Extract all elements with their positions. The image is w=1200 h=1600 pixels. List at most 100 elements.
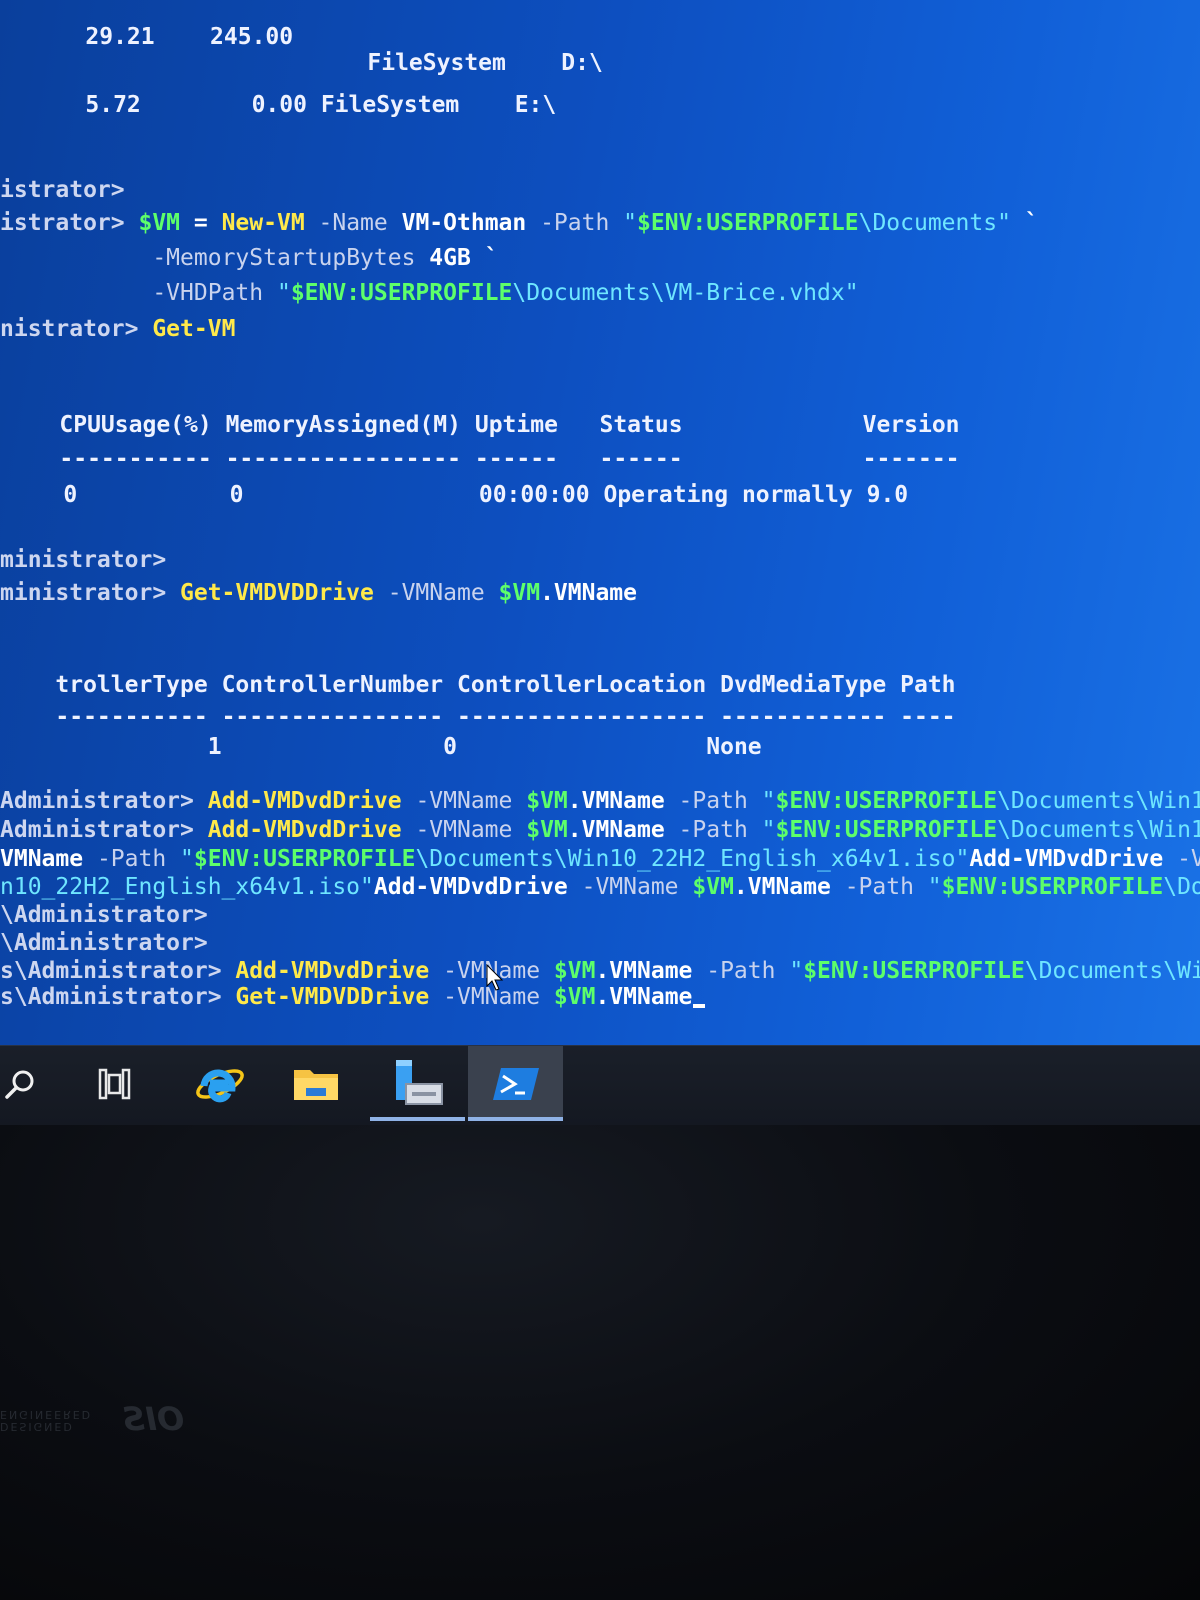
command-token: " xyxy=(927,874,942,900)
console-line: Administrator> Add-VMDvdDrive -VMName $V… xyxy=(0,786,1200,816)
brand-name: OIS xyxy=(122,1400,185,1438)
command-token: .VMName xyxy=(567,788,665,814)
prompt: nistrator> xyxy=(0,316,153,342)
file-explorer-icon xyxy=(293,1069,338,1100)
command-token: $ENV:USERPROFILE xyxy=(803,958,1025,984)
command-token: $VM xyxy=(498,580,541,606)
taskbar-server-manager-button[interactable] xyxy=(370,1046,465,1121)
console-line: istrator> $VM = New-VM -Name VM-Othman -… xyxy=(0,208,1039,238)
command-token: = xyxy=(180,210,222,236)
console-line: ministrator> xyxy=(0,545,166,575)
command-token: " xyxy=(623,210,638,236)
prompt: ministrator> xyxy=(0,580,181,606)
internet-explorer-icon xyxy=(195,1068,244,1102)
cpu-value: 0 xyxy=(63,482,78,508)
brand-tagline: DESIGNED ENGINEERED xyxy=(0,1408,93,1433)
console-line: ministrator> Get-VMDVDDrive -VMName $VM.… xyxy=(0,578,637,608)
console-line: istrator> xyxy=(0,175,125,205)
command-token: Add-VMDvdDrive xyxy=(207,817,402,843)
powershell-icon xyxy=(492,1067,539,1100)
command-token: $ENV:USERPROFILE xyxy=(941,874,1164,900)
command-token: 4GB xyxy=(429,245,471,271)
console-line: \Administrator> xyxy=(0,928,208,958)
command-token: ` xyxy=(1010,210,1039,236)
command-token: -Name xyxy=(304,210,402,236)
prompt: s\Administrator> xyxy=(0,958,236,984)
command-token: $ENV:USERPROFILE xyxy=(193,846,416,872)
drive-free: 245.00 xyxy=(210,24,294,50)
prompt: \Administrator> xyxy=(0,902,208,928)
command-token: $VM xyxy=(553,958,596,984)
running-indicator xyxy=(370,1117,465,1121)
command-token: $VM xyxy=(138,210,181,236)
command-token: -Path xyxy=(526,210,624,236)
command-token: -MemoryStartupBytes xyxy=(152,245,430,271)
command-token: -Path xyxy=(830,874,928,900)
command-token: .VMName xyxy=(595,958,693,984)
mouse-pointer-icon xyxy=(486,964,504,991)
drive-used: 29.21 xyxy=(85,24,155,50)
console-line: s\Administrator> Get-VMDVDDrive -VMName … xyxy=(0,982,706,1012)
command-token: Add-VMDvdDrive xyxy=(969,846,1164,872)
taskbar-search-button[interactable] xyxy=(0,1046,67,1121)
server-manager-icon xyxy=(395,1059,443,1105)
prompt: ministrator> xyxy=(0,547,167,573)
command-token: .VMName xyxy=(595,984,693,1010)
drive-row: 5.72 0.00 FileSystem E:\ xyxy=(30,60,556,150)
command-token: \Documents" xyxy=(858,210,1011,236)
monitor-bezel xyxy=(0,1125,1200,1600)
prompt: istrator> xyxy=(0,210,139,236)
command-token: -Path xyxy=(83,846,181,872)
vm-table-row: 0 0 00:00:00 Operating normally 9.0 xyxy=(8,450,908,540)
command-token: Add-VMDvdDrive xyxy=(235,958,430,984)
text-cursor xyxy=(693,1004,706,1008)
command-token: " xyxy=(761,817,776,843)
prompt: Administrator> xyxy=(0,817,208,843)
taskbar-file-explorer-button[interactable] xyxy=(268,1046,363,1121)
command-token: \Documents\VM-Brice.vhdx" xyxy=(512,280,859,306)
status-value: Operating normally xyxy=(603,482,853,508)
task-view-icon xyxy=(98,1068,130,1099)
command-token: -VMName xyxy=(401,817,527,843)
drive-used: 5.72 xyxy=(85,92,141,118)
command-token: -VMName xyxy=(401,788,527,814)
prompt: Administrator> xyxy=(0,788,208,814)
console-line: Administrator> Add-VMDvdDrive -VMName $V… xyxy=(0,815,1200,845)
command-token: \Docum xyxy=(1163,874,1200,900)
command-token: -VHDPath xyxy=(152,280,277,306)
command-token: " xyxy=(180,846,194,872)
command-token: \Documents\Win10_ xyxy=(997,788,1200,814)
command-token: .VMName xyxy=(733,874,831,900)
command-token: " xyxy=(761,788,776,814)
running-indicator xyxy=(468,1117,563,1121)
taskbar-internet-explorer-button[interactable] xyxy=(170,1046,265,1121)
version-value: 9.0 xyxy=(866,482,909,508)
drive-free: 0.00 xyxy=(251,92,307,118)
controller-location-value: 0 xyxy=(443,734,457,760)
taskbar xyxy=(0,1045,1200,1126)
drive-root: E:\ xyxy=(514,92,557,118)
memory-value: 0 xyxy=(229,482,244,508)
command-token: $VM xyxy=(526,817,568,843)
console-line: -VHDPath "$ENV:USERPROFILE\Documents\VM-… xyxy=(0,278,859,308)
command-token: Get-VM xyxy=(152,316,236,342)
powershell-console[interactable]: 29.21 245.00 FileSystem D:\ 5.72 0.00 Fi… xyxy=(0,0,1200,1045)
console-line: VMName -Path "$ENV:USERPROFILE\Documents… xyxy=(0,844,1200,874)
command-token: \Documents\Win10_22H2_English_x64v1.iso" xyxy=(415,846,970,872)
prompt: s\Administrator> xyxy=(0,984,236,1010)
command-token: Add-VMDvdDrive xyxy=(207,788,402,814)
command-token: New-VM xyxy=(221,210,305,236)
command-token: VMName xyxy=(0,846,84,872)
drive-provider: FileSystem xyxy=(320,92,460,118)
command-token: $ENV:USERPROFILE xyxy=(290,280,513,306)
controller-number-value: 1 xyxy=(207,734,222,760)
command-token: $ENV:USERPROFILE xyxy=(637,210,859,236)
command-token: -VMNa xyxy=(1177,846,1200,872)
dash: ---- xyxy=(900,704,956,730)
taskbar-powershell-button[interactable] xyxy=(468,1046,563,1121)
taskbar-task-view-button[interactable] xyxy=(67,1046,162,1121)
drive-root: D:\ xyxy=(561,50,603,76)
command-token: n10_22H2_English_x64v1.iso" xyxy=(0,874,374,900)
